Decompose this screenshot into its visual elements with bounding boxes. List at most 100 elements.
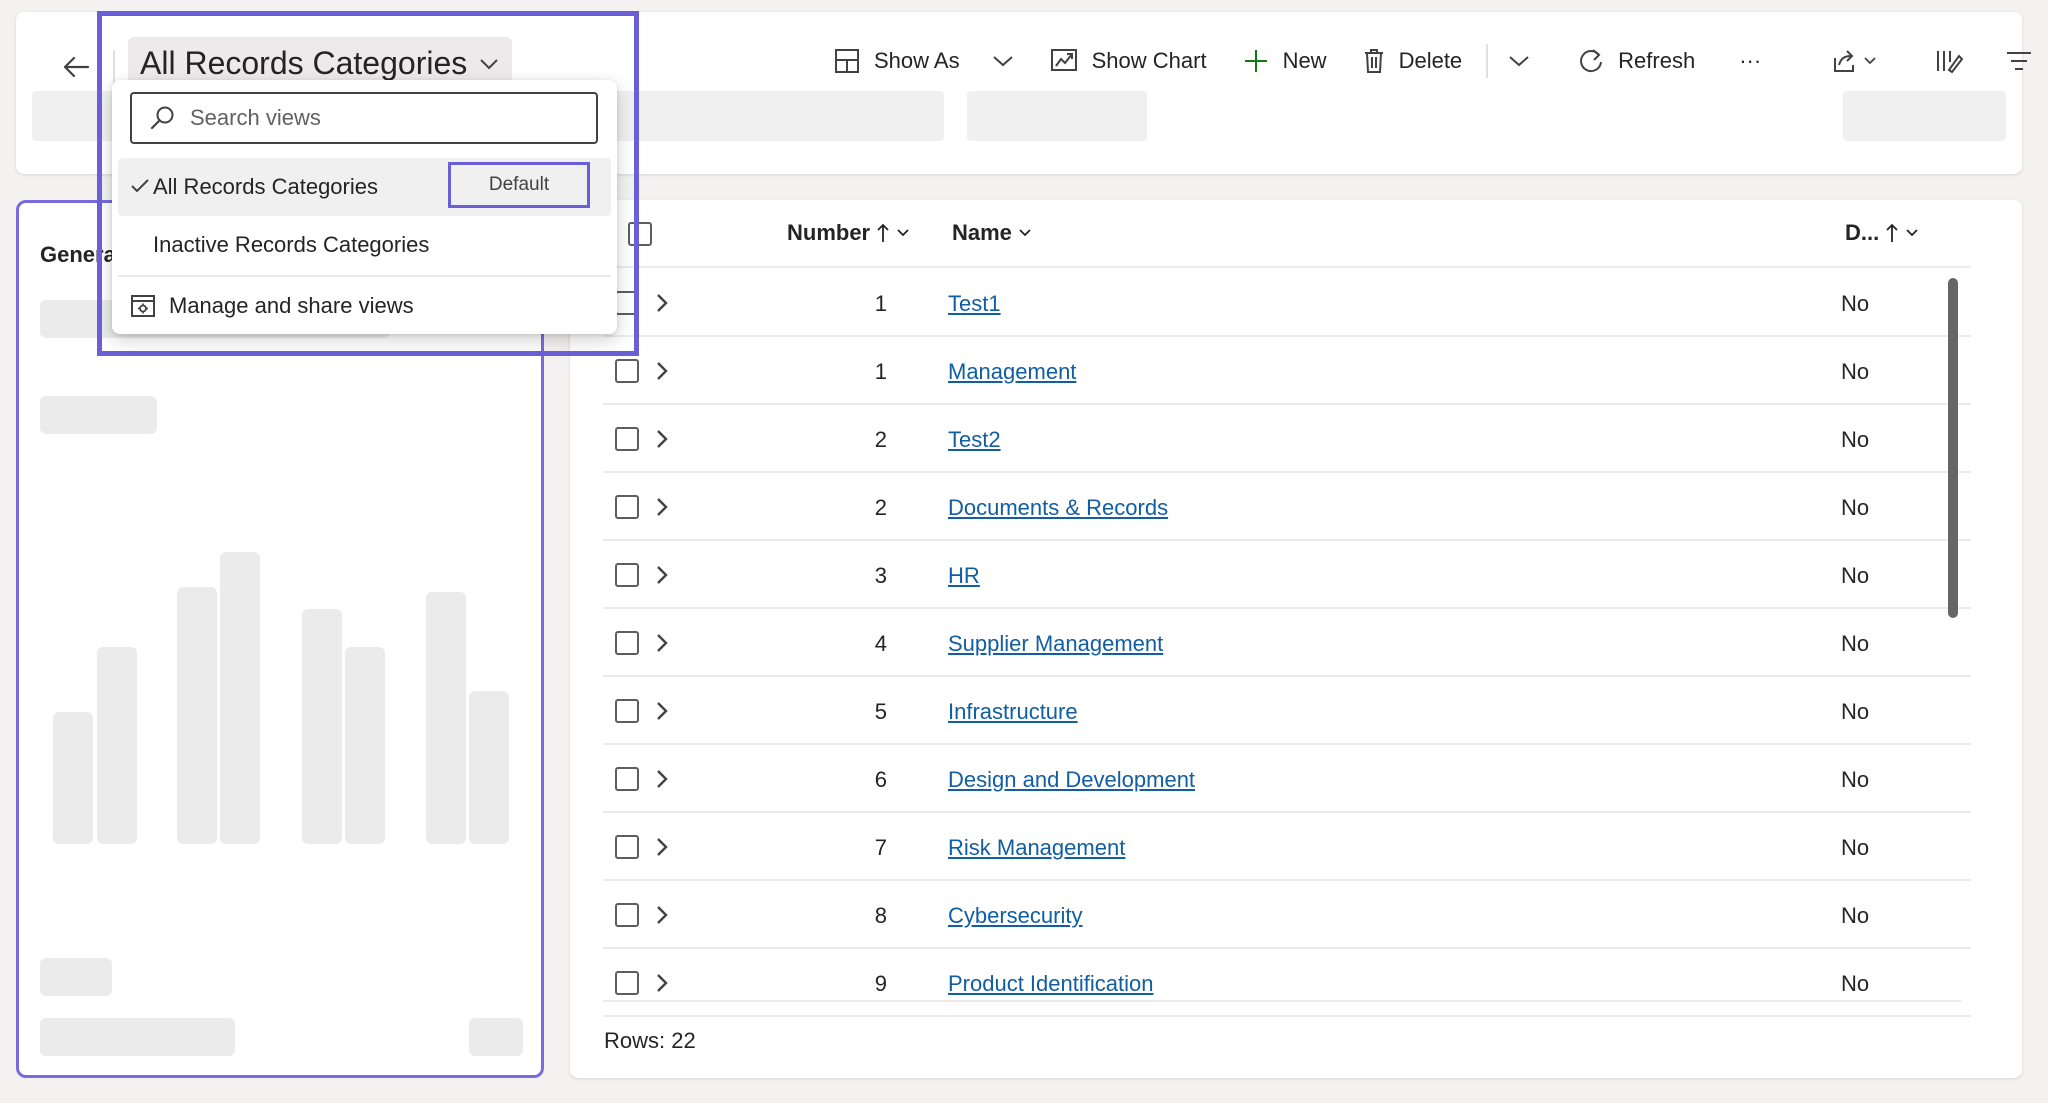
table-row[interactable]: 2 Test2 No	[603, 405, 1971, 473]
cell-name-link[interactable]: Documents & Records	[948, 495, 1168, 521]
toolbar: Show As Show Chart New Delete Refresh ··…	[816, 36, 2033, 86]
row-checkbox[interactable]	[615, 495, 639, 519]
back-button[interactable]	[46, 42, 106, 92]
cell-default: No	[1841, 835, 1870, 860]
divider	[113, 50, 115, 84]
divider	[603, 1000, 1961, 1002]
table-row[interactable]: 1 Test1 No	[603, 269, 1971, 337]
expand-row-button[interactable]	[649, 425, 675, 453]
arrow-left-icon	[63, 56, 90, 78]
column-header-label: Number	[787, 220, 871, 245]
cell-number: 6	[874, 767, 887, 792]
delete-button[interactable]: Delete	[1345, 36, 1481, 86]
expand-row-button[interactable]	[649, 833, 675, 861]
column-header-label: D...	[1845, 220, 1880, 245]
panel-title: Genera	[40, 242, 116, 267]
column-header-name[interactable]: Name	[952, 220, 1032, 246]
plus-icon	[1244, 50, 1267, 72]
cell-name-link[interactable]: Design and Development	[948, 767, 1195, 793]
row-checkbox[interactable]	[615, 427, 639, 451]
row-checkbox[interactable]	[615, 767, 639, 791]
loading-placeholder	[1843, 91, 2006, 141]
divider	[1486, 44, 1489, 78]
table-row[interactable]: 9 Product Identification No	[603, 949, 1971, 1017]
chevron-right-icon	[657, 498, 668, 516]
show-as-button[interactable]: Show As	[816, 36, 1032, 86]
filter-button[interactable]	[2005, 36, 2033, 86]
chevron-down-icon	[1509, 56, 1529, 67]
cell-name-link[interactable]: Risk Management	[948, 835, 1125, 861]
cell-name-link[interactable]: Supplier Management	[948, 631, 1163, 657]
column-header-number[interactable]: Number	[787, 220, 910, 246]
edit-columns-button[interactable]	[1935, 36, 1964, 86]
chevron-down-icon	[1864, 57, 1876, 65]
chart-bar-placeholder	[345, 647, 385, 844]
cell-number: 8	[874, 903, 887, 928]
table-row[interactable]: 6 Design and Development No	[603, 745, 1971, 813]
search-views-box[interactable]	[130, 92, 598, 144]
row-checkbox[interactable]	[615, 291, 639, 315]
expand-row-button[interactable]	[649, 289, 675, 317]
row-checkbox[interactable]	[615, 631, 639, 655]
share-button[interactable]	[1831, 36, 1877, 86]
select-all-checkbox[interactable]	[628, 222, 652, 246]
search-views-input[interactable]	[190, 105, 570, 131]
cell-number: 1	[874, 291, 887, 316]
manage-and-share-views[interactable]: Manage and share views	[118, 277, 611, 335]
view-option-label: Inactive Records Categories	[153, 232, 430, 257]
chevron-right-icon	[657, 838, 668, 856]
refresh-label: Refresh	[1618, 48, 1696, 73]
cell-number: 9	[874, 971, 887, 996]
cell-name-link[interactable]: Cybersecurity	[948, 903, 1082, 929]
cell-default: No	[1841, 631, 1870, 656]
row-checkbox[interactable]	[615, 563, 639, 587]
expand-row-button[interactable]	[649, 357, 675, 385]
row-checkbox[interactable]	[615, 903, 639, 927]
table-row[interactable]: 8 Cybersecurity No	[603, 881, 1971, 949]
table-row[interactable]: 2 Documents & Records No	[603, 473, 1971, 541]
expand-row-button[interactable]	[649, 697, 675, 725]
new-button[interactable]: New	[1225, 36, 1345, 86]
view-option-all-records-categories[interactable]: All Records Categories Default	[118, 158, 611, 216]
row-checkbox[interactable]	[615, 835, 639, 859]
cell-default: No	[1841, 427, 1870, 452]
table-row[interactable]: 7 Risk Management No	[603, 813, 1971, 881]
cell-name-link[interactable]: Test2	[948, 427, 1001, 453]
cell-name-link[interactable]: HR	[948, 563, 980, 589]
cell-name-link[interactable]: Product Identification	[948, 971, 1153, 997]
cell-number: 5	[874, 699, 887, 724]
expand-row-button[interactable]	[649, 561, 675, 589]
expand-row-button[interactable]	[649, 969, 675, 997]
table-row[interactable]: 4 Supplier Management No	[603, 609, 1971, 677]
expand-row-button[interactable]	[649, 765, 675, 793]
trash-icon	[1364, 49, 1383, 73]
column-header-default[interactable]: D...	[1845, 220, 1919, 246]
row-checkbox[interactable]	[615, 699, 639, 723]
expand-row-button[interactable]	[649, 901, 675, 929]
cell-name-link[interactable]: Infrastructure	[948, 699, 1078, 725]
show-chart-button[interactable]: Show Chart	[1032, 36, 1225, 86]
sort-ascending-icon	[877, 223, 889, 242]
table-row[interactable]: 1 Management No	[603, 337, 1971, 405]
chart-bar-placeholder	[302, 609, 342, 844]
vertical-scrollbar[interactable]	[1948, 278, 1958, 618]
table-row[interactable]: 3 HR No	[603, 541, 1971, 609]
table-row[interactable]: 5 Infrastructure No	[603, 677, 1971, 745]
more-commands-dropdown[interactable]	[1494, 36, 1544, 86]
row-checkbox[interactable]	[615, 971, 639, 995]
show-as-label: Show As	[874, 48, 960, 73]
expand-row-button[interactable]	[649, 629, 675, 657]
cell-name-link[interactable]: Test1	[948, 291, 1001, 317]
show-chart-label: Show Chart	[1091, 48, 1207, 73]
chevron-right-icon	[657, 566, 668, 584]
expand-row-button[interactable]	[649, 493, 675, 521]
cell-number: 2	[874, 427, 887, 452]
row-checkbox[interactable]	[615, 359, 639, 383]
cell-default: No	[1841, 699, 1870, 724]
more-button[interactable]: ···	[1721, 36, 1779, 86]
view-option-inactive-records-categories[interactable]: Inactive Records Categories	[118, 216, 611, 274]
filter-lines-icon	[2007, 52, 2032, 70]
refresh-button[interactable]: Refresh	[1560, 36, 1713, 86]
cell-name-link[interactable]: Management	[948, 359, 1076, 385]
layout-grid-icon	[835, 49, 859, 73]
